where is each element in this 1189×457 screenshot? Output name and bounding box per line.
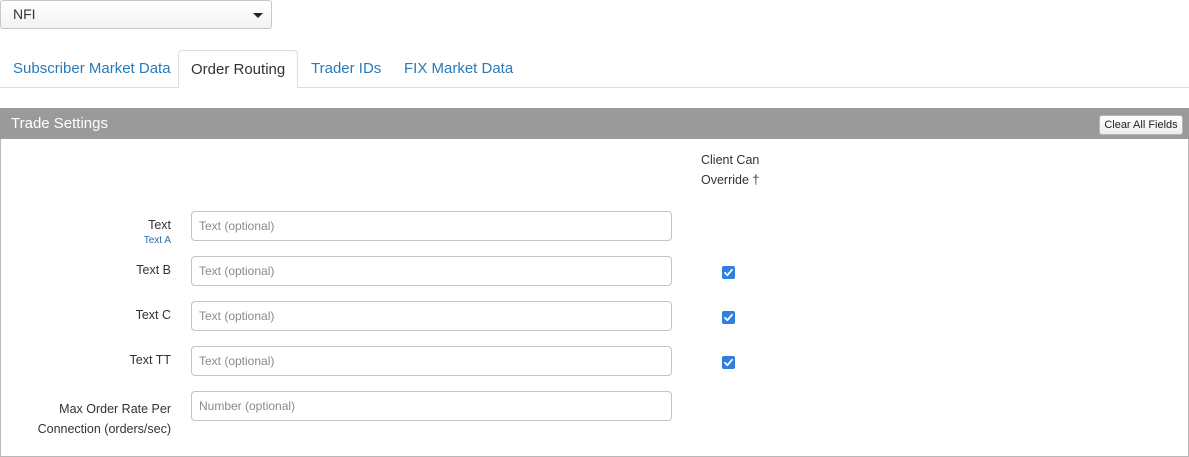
tab-order-routing[interactable]: Order Routing	[178, 50, 299, 89]
checkmark-icon	[724, 313, 733, 322]
field-label-text: Text	[148, 218, 171, 232]
tab-subscriber-market-data[interactable]: Subscriber Market Data	[13, 50, 171, 88]
text-c-override-checkbox[interactable]	[722, 311, 735, 324]
entity-select[interactable]: NFI	[0, 0, 272, 29]
max-order-rate-label-line2: Connection (orders/sec)	[37, 422, 171, 436]
clear-all-fields-button[interactable]: Clear All Fields	[1099, 115, 1183, 135]
panel-title: Trade Settings	[0, 108, 1189, 139]
field-label-text-tt: Text TT	[129, 353, 171, 367]
text-a-input[interactable]	[191, 211, 672, 241]
checkmark-icon	[724, 268, 733, 277]
field-label-text-c: Text C	[135, 308, 171, 322]
field-sublabel-text-a[interactable]: Text A	[144, 235, 171, 246]
override-header-line2: Override †	[701, 173, 760, 187]
field-label-max-order-rate: Max Order Rate Per Connection (orders/se…	[38, 399, 171, 439]
tab-fix-market-data[interactable]: FIX Market Data	[404, 50, 513, 88]
text-tt-override-checkbox[interactable]	[722, 356, 735, 369]
caret-down-icon	[253, 13, 263, 18]
text-b-input[interactable]	[191, 256, 672, 286]
tab-trader-ids[interactable]: Trader IDs	[311, 50, 381, 88]
field-label-text-b: Text B	[136, 263, 171, 277]
text-c-input[interactable]	[191, 301, 672, 331]
checkmark-icon	[724, 358, 733, 367]
max-order-rate-label-line1: Max Order Rate Per	[59, 402, 171, 416]
override-header-line1: Client Can	[701, 153, 760, 167]
max-order-rate-input[interactable]	[191, 391, 672, 421]
entity-select-value: NFI	[13, 6, 36, 22]
text-b-override-checkbox[interactable]	[722, 266, 735, 279]
text-tt-input[interactable]	[191, 346, 672, 376]
tab-bar: Subscriber Market Data Order Routing Tra…	[0, 50, 1189, 89]
override-column-header: Client Can Override †	[701, 150, 791, 190]
